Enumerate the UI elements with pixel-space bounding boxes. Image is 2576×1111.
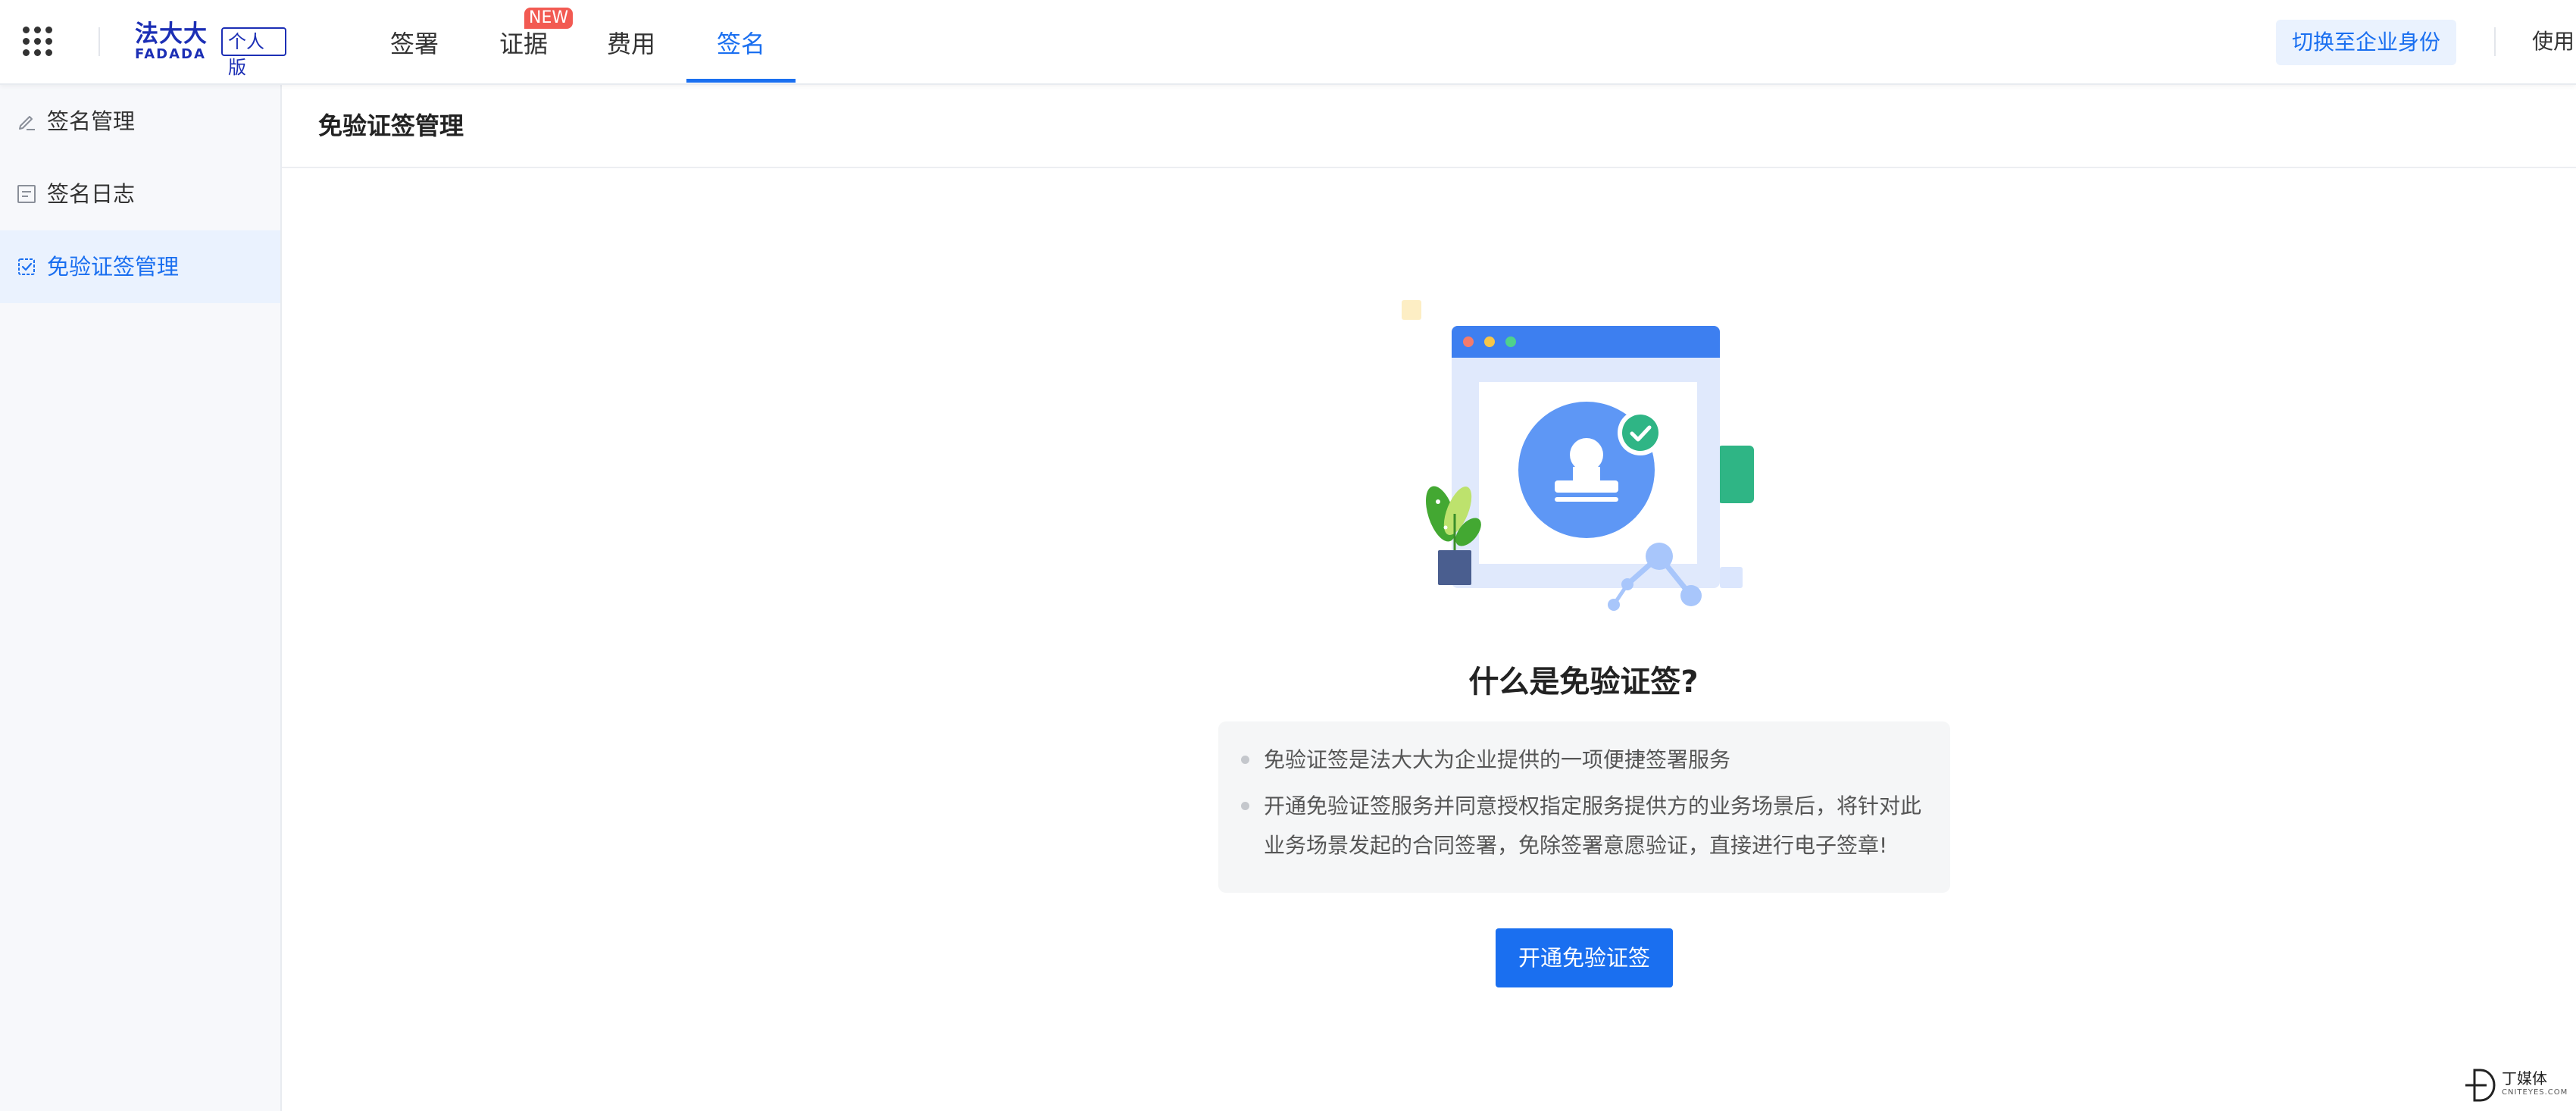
sidebar-item-signature-management[interactable]: 签名管理 [0,85,280,158]
fadada-logo[interactable]: 法大大 FADADA 个人版 [135,20,286,78]
tab-signature[interactable]: 签名 [686,0,796,83]
apps-grid-icon[interactable] [23,27,53,57]
usage-link[interactable]: 使用 [2532,0,2574,83]
active-tab-indicator [686,79,796,83]
sidebar-item-label: 免验证签管理 [47,254,180,280]
sidebar: 签名管理 签名日志 免验证签管理 [0,85,282,1111]
watermark-text-en: CNITEYES.COM [2502,1088,2568,1097]
bullet-dot [1241,802,1249,810]
feature-question-title: 什么是免验证签? [1468,665,1699,699]
sidebar-item-signature-log[interactable]: 签名日志 [0,158,280,230]
new-badge: NEW [524,8,574,29]
verification-free-sign-illustration [1402,300,1754,611]
top-navigation-bar: 法大大 FADADA 个人版 签署 证据 NEW 费用 签名 切换至企业身份 使… [0,0,2576,85]
logo-text-cn: 法大大 [135,20,208,48]
page-header: 免验证签管理 [282,85,2576,168]
divider [98,27,100,56]
sidebar-item-label: 签名管理 [47,108,136,134]
watermark-text-cn: 丁媒体 [2502,1069,2547,1088]
tab-sign[interactable]: 签署 [388,0,441,83]
edition-badge: 个人版 [221,27,286,78]
sidebar-item-verification-free-sign[interactable]: 免验证签管理 [0,230,280,303]
tab-fees[interactable]: 费用 [605,0,658,83]
sidebar-item-label: 签名日志 [47,181,136,207]
feature-description-box: 免验证签是法大大为企业提供的一项便捷签署服务 开通免验证签服务并同意授权指定服务… [1218,721,1950,893]
description-line: 开通免验证签服务并同意授权指定服务提供方的业务场景后，将针对此 [1264,793,1922,818]
enable-verification-free-sign-button[interactable]: 开通免验证签 [1496,928,1673,987]
seal-check-icon [18,258,35,275]
page-title: 免验证签管理 [318,111,464,140]
description-line: 业务场景发起的合同签署，免除签署意愿验证，直接进行电子签章! [1264,833,1888,858]
description-line: 免验证签是法大大为企业提供的一项便捷签署服务 [1264,747,1731,772]
watermark: 丁媒体 CNITEYES.COM [2461,1064,2574,1106]
watermark-logo-icon [2465,1069,2496,1102]
switch-to-enterprise-button[interactable]: 切换至企业身份 [2276,20,2456,65]
log-list-icon [17,185,36,203]
logo-text-en: FADADA [135,46,206,62]
pen-edit-icon [19,116,35,130]
bullet-dot [1241,756,1249,764]
divider [2494,27,2496,56]
